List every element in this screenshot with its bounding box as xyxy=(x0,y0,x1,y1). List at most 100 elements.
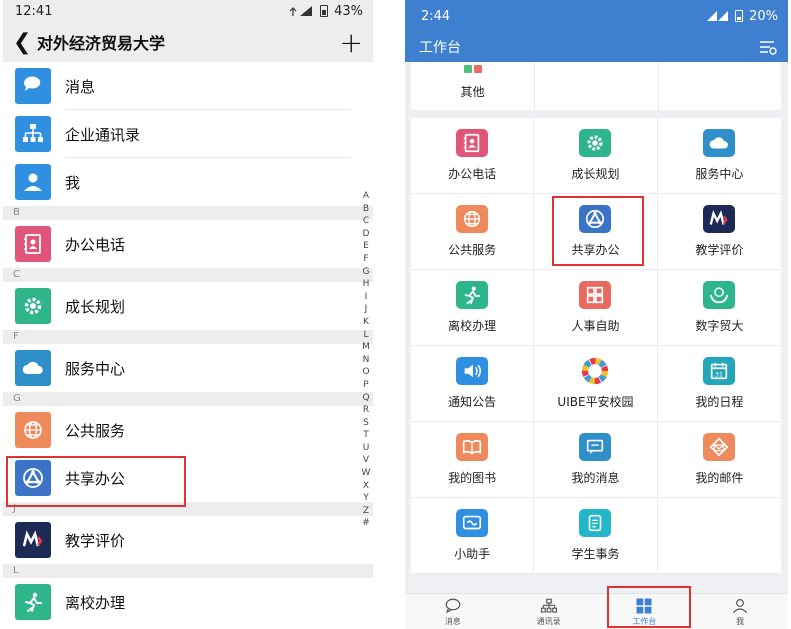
app-label: 小助手 xyxy=(454,547,491,561)
colorful-ring-icon xyxy=(579,357,612,385)
app-tile[interactable]: 教学评价 xyxy=(657,194,781,270)
list-item[interactable]: 企业通讯录 xyxy=(3,110,373,158)
alphabet-letter[interactable]: H xyxy=(363,278,370,291)
list-item[interactable]: 服务中心 xyxy=(3,344,373,392)
filter-settings-icon[interactable] xyxy=(758,39,778,55)
alphabet-letter[interactable]: K xyxy=(363,316,369,329)
alphabet-letter[interactable]: W xyxy=(362,467,371,480)
list-item-label: 服务中心 xyxy=(65,359,126,378)
right-status-battery: 20% xyxy=(749,8,778,24)
app-tile-other[interactable]: 其他 xyxy=(411,62,534,110)
app-label: 其他 xyxy=(460,85,485,99)
list-item[interactable]: 公共服务 xyxy=(3,406,373,454)
alphabet-letter[interactable]: F xyxy=(363,253,368,266)
list-item-label: 消息 xyxy=(65,77,96,96)
app-tile[interactable]: 我的图书 xyxy=(411,422,535,498)
tab-item[interactable]: 我 xyxy=(692,594,788,629)
left-status-time: 12:41 xyxy=(15,3,53,19)
alphabet-letter[interactable]: X xyxy=(363,480,369,493)
org-chart-icon xyxy=(540,598,557,613)
add-plus-icon[interactable]: + xyxy=(340,26,363,59)
alphabet-letter[interactable]: E xyxy=(363,240,369,253)
alphabet-letter[interactable]: O xyxy=(362,366,369,379)
list-item-label: 公共服务 xyxy=(65,421,126,440)
app-tile[interactable]: 成长规划 xyxy=(534,118,658,194)
alphabet-index[interactable]: A B C D E F G H I J K L M N O P Q R S T U V W X Y Z # xyxy=(359,190,373,530)
alphabet-letter[interactable]: C xyxy=(363,215,369,228)
app-tile[interactable]: 数字贸大 xyxy=(657,270,781,346)
app-label: 教学评价 xyxy=(695,243,744,257)
alphabet-letter[interactable]: U xyxy=(363,442,370,455)
cloud-icon xyxy=(15,350,51,386)
app-tile[interactable]: 服务中心 xyxy=(657,118,781,194)
back-arrow-icon[interactable]: ❮ xyxy=(13,30,37,55)
book-icon xyxy=(456,433,489,461)
app-tile[interactable]: 公共服务 xyxy=(411,194,535,270)
alphabet-letter[interactable]: D xyxy=(363,228,370,241)
alphabet-letter[interactable]: A xyxy=(363,190,369,203)
app-tile[interactable]: 人事自助 xyxy=(534,270,658,346)
alphabet-letter[interactable]: S xyxy=(363,417,369,430)
alphabet-letter[interactable]: Y xyxy=(363,492,369,505)
left-battery-icon xyxy=(320,5,329,17)
app-tile[interactable]: 31 我的日程 xyxy=(657,346,781,422)
list-item[interactable]: 成长规划 xyxy=(3,282,373,330)
gear-icon xyxy=(579,129,612,157)
alphabet-letter[interactable]: Z xyxy=(363,505,369,518)
app-tile[interactable]: 离校办理 xyxy=(411,270,535,346)
tab-label: 通讯录 xyxy=(536,616,561,626)
list-item[interactable]: 离校办理 xyxy=(3,578,373,626)
globe-icon xyxy=(15,412,51,448)
app-label: 服务中心 xyxy=(695,167,744,181)
comparison-stage: 12:41 43% ❮ 对外经济贸易大学 + 消息 企业通讯录 我 B 办公电话 C xyxy=(0,0,791,629)
alphabet-letter[interactable]: Q xyxy=(362,392,369,405)
assistant-icon xyxy=(456,509,489,537)
globe-icon xyxy=(456,205,489,233)
alphabet-letter[interactable]: J xyxy=(365,303,368,316)
alphabet-letter[interactable]: G xyxy=(363,266,370,279)
left-phone-screen: 12:41 43% ❮ 对外经济贸易大学 + 消息 企业通讯录 我 B 办公电话 C xyxy=(3,0,373,629)
app-tile[interactable]: 办公电话 xyxy=(411,118,535,194)
list-item-label: 企业通讯录 xyxy=(65,125,141,144)
list-item[interactable]: 教学评价 xyxy=(3,516,373,564)
app-tile[interactable]: 我的邮件 xyxy=(657,422,781,498)
list-item[interactable]: 消息 xyxy=(3,62,373,110)
alphabet-letter[interactable]: M xyxy=(362,341,370,354)
other-apps-icon xyxy=(463,65,482,73)
list-item-label: 离校办理 xyxy=(65,593,126,612)
tab-item[interactable]: 通讯录 xyxy=(501,594,597,629)
divider xyxy=(534,62,535,110)
alphabet-letter[interactable]: L xyxy=(363,329,368,342)
alphabet-letter[interactable]: B xyxy=(363,203,369,216)
app-tile[interactable]: 我的消息 xyxy=(534,422,658,498)
app-label: 离校办理 xyxy=(448,319,497,333)
list-item[interactable]: 我 xyxy=(3,158,373,206)
list-item-label: 办公电话 xyxy=(65,235,126,254)
alphabet-letter[interactable]: T xyxy=(363,429,369,442)
alphabet-letter[interactable]: # xyxy=(362,517,370,530)
alphabet-letter[interactable]: V xyxy=(363,454,369,467)
running-man-icon xyxy=(15,584,51,620)
tab-label: 消息 xyxy=(444,616,461,626)
app-label: 学生事务 xyxy=(571,547,620,561)
workbench-title: 工作台 xyxy=(419,40,461,56)
left-status-battery: 43% xyxy=(334,3,363,19)
alphabet-letter[interactable]: R xyxy=(363,404,369,417)
app-tile[interactable]: UIBE平安校园 xyxy=(534,346,658,422)
right-battery-icon xyxy=(735,10,744,22)
other-card: 其他 xyxy=(411,62,781,110)
app-tile[interactable]: 小助手 xyxy=(411,498,535,574)
alphabet-letter[interactable]: N xyxy=(363,354,370,367)
alphabet-letter[interactable]: P xyxy=(363,379,368,392)
svg-text:31: 31 xyxy=(715,371,723,379)
chat-bubble-icon xyxy=(445,598,461,613)
app-tile[interactable]: 通知公告 xyxy=(411,346,535,422)
alphabet-letter[interactable]: I xyxy=(365,291,368,304)
right-phone-screen: 2:44 20% 工作台 其他 办公电话 成长规划 服务中心 公共服务 共享办公… xyxy=(405,0,788,629)
gear-icon xyxy=(15,288,51,324)
tab-item[interactable]: 消息 xyxy=(405,594,501,629)
mail-icon xyxy=(703,433,736,461)
section-header: G xyxy=(3,392,373,406)
app-tile[interactable]: 学生事务 xyxy=(534,498,658,574)
list-item[interactable]: 办公电话 xyxy=(3,220,373,268)
